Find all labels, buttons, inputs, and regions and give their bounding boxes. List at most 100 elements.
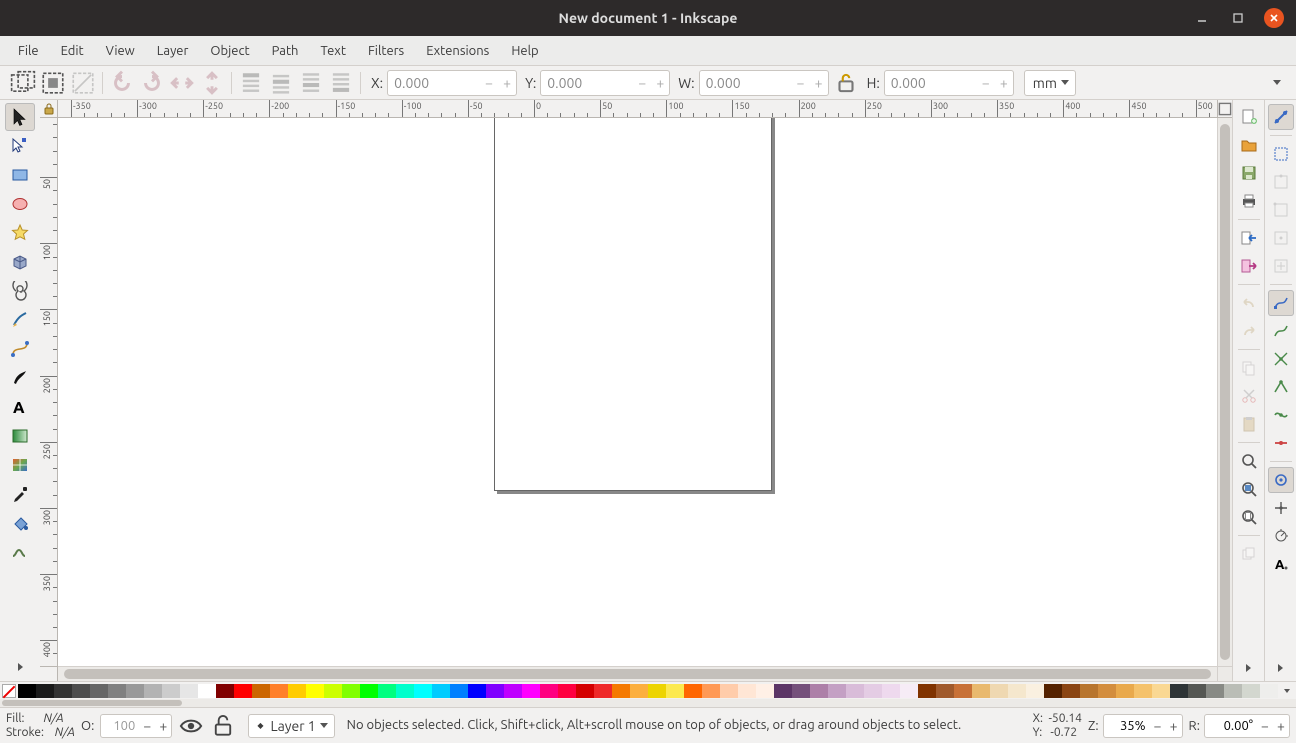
swatch[interactable] [1134, 684, 1152, 698]
swatch[interactable] [1080, 684, 1098, 698]
raise-icon[interactable] [268, 70, 294, 96]
swatch[interactable] [1206, 684, 1224, 698]
swatch[interactable] [288, 684, 306, 698]
menu-layer[interactable]: Layer [147, 39, 199, 63]
swatch[interactable] [954, 684, 972, 698]
swatch[interactable] [1224, 684, 1242, 698]
swatch[interactable] [828, 684, 846, 698]
tweak-tool[interactable] [5, 538, 35, 566]
select-all-icon[interactable] [40, 70, 66, 96]
rectangle-tool[interactable] [5, 161, 35, 189]
import-icon[interactable] [1236, 225, 1262, 251]
new-document-icon[interactable] [1236, 104, 1262, 130]
menu-text[interactable]: Text [310, 39, 355, 63]
menu-help[interactable]: Help [501, 39, 548, 63]
swatch[interactable] [234, 684, 252, 698]
swatch[interactable] [432, 684, 450, 698]
copy-icon[interactable] [1236, 355, 1262, 381]
vertical-scrollbar[interactable] [1217, 118, 1232, 666]
swatch[interactable] [990, 684, 1008, 698]
swatch[interactable] [1260, 684, 1278, 698]
swatch[interactable] [864, 684, 882, 698]
star-tool[interactable] [5, 219, 35, 247]
snap-midpoint-icon[interactable] [1268, 430, 1294, 456]
w-input[interactable]: −+ [699, 70, 829, 96]
swatch[interactable] [486, 684, 504, 698]
swatch[interactable] [1152, 684, 1170, 698]
swatch[interactable] [90, 684, 108, 698]
toolbox-expand[interactable] [5, 657, 35, 677]
selector-tool[interactable] [5, 103, 35, 131]
menu-object[interactable]: Object [200, 39, 259, 63]
swatch[interactable] [1170, 684, 1188, 698]
mesh-tool[interactable] [5, 451, 35, 479]
swatch[interactable] [306, 684, 324, 698]
swatch[interactable] [1044, 684, 1062, 698]
snap-bbox-center-icon[interactable] [1268, 253, 1294, 279]
flip-vertical-icon[interactable] [199, 70, 225, 96]
cut-icon[interactable] [1236, 383, 1262, 409]
swatch[interactable] [468, 684, 486, 698]
fill-stroke-indicator[interactable]: Fill: N/A Stroke: N/A [6, 712, 75, 740]
swatch[interactable] [1026, 684, 1044, 698]
swatch[interactable] [378, 684, 396, 698]
units-select[interactable]: mm [1024, 70, 1076, 96]
snap-nodes-icon[interactable] [1268, 290, 1294, 316]
swatch[interactable] [720, 684, 738, 698]
swatch[interactable] [126, 684, 144, 698]
text-tool[interactable]: A [5, 393, 35, 421]
swatch[interactable] [792, 684, 810, 698]
zoom-selection-icon[interactable] [1236, 448, 1262, 474]
swatch[interactable] [810, 684, 828, 698]
zoom-page-icon[interactable] [1236, 504, 1262, 530]
gradient-tool[interactable] [5, 422, 35, 450]
zoom-drawing-icon[interactable] [1236, 476, 1262, 502]
node-tool[interactable] [5, 132, 35, 160]
menu-edit[interactable]: Edit [51, 39, 94, 63]
enable-snapping-icon[interactable] [1268, 104, 1294, 130]
menu-view[interactable]: View [96, 39, 145, 63]
no-color-swatch[interactable] [2, 684, 16, 698]
snap-bbox-edge-icon[interactable] [1268, 169, 1294, 195]
h-input[interactable]: −+ [884, 70, 1014, 96]
rotation-input[interactable]: −+ [1204, 714, 1290, 738]
snap-rotation-icon[interactable] [1268, 523, 1294, 549]
swatch[interactable] [324, 684, 342, 698]
opacity-input[interactable]: −+ [100, 714, 172, 738]
swatch[interactable] [72, 684, 90, 698]
swatch[interactable] [180, 684, 198, 698]
swatch[interactable] [414, 684, 432, 698]
x-input[interactable]: −+ [387, 70, 517, 96]
snap-bbox-midpoint-icon[interactable] [1268, 225, 1294, 251]
swatch[interactable] [1008, 684, 1026, 698]
swatch[interactable] [1242, 684, 1260, 698]
swatch[interactable] [540, 684, 558, 698]
lower-bottom-icon[interactable] [328, 70, 354, 96]
snap-bbox-icon[interactable] [1268, 141, 1294, 167]
maximize-button[interactable] [1228, 8, 1248, 28]
swatch[interactable] [918, 684, 936, 698]
palette-menu[interactable] [1278, 687, 1296, 695]
menu-filters[interactable]: Filters [358, 39, 414, 63]
horizontal-ruler[interactable]: -350-300-250-200-150-100-500501001502002… [58, 100, 1217, 118]
swatch[interactable] [756, 684, 774, 698]
swatch[interactable] [612, 684, 630, 698]
swatch[interactable] [1062, 684, 1080, 698]
swatch[interactable] [882, 684, 900, 698]
bezier-tool[interactable] [5, 335, 35, 363]
swatch[interactable] [630, 684, 648, 698]
swatch[interactable] [144, 684, 162, 698]
swatch[interactable] [1116, 684, 1134, 698]
ruler-end-button[interactable] [1217, 100, 1232, 118]
swatch[interactable] [36, 684, 54, 698]
box3d-tool[interactable] [5, 248, 35, 276]
ellipse-tool[interactable] [5, 190, 35, 218]
swatch[interactable] [576, 684, 594, 698]
swatch[interactable] [558, 684, 576, 698]
rotate-cw-icon[interactable] [139, 70, 165, 96]
swatch[interactable] [108, 684, 126, 698]
swatch[interactable] [162, 684, 180, 698]
swatch[interactable] [360, 684, 378, 698]
export-icon[interactable] [1236, 253, 1262, 279]
undo-icon[interactable] [1236, 290, 1262, 316]
